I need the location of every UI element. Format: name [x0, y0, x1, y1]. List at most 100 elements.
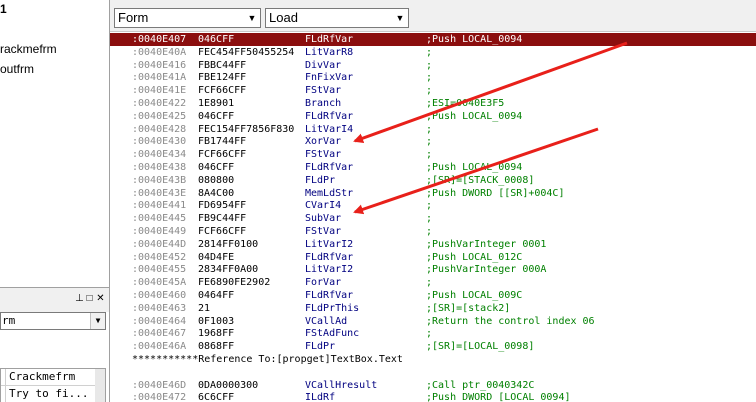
code-line[interactable]: :0040E43B 080800 FLdPr ;[SR]=[STACK_0008] — [110, 174, 756, 187]
code-comment: ;PushVarInteger 000A — [426, 264, 547, 276]
code-line[interactable]: :0040E425 046CFF FLdRfVar ;Push LOCAL_0094 — [110, 110, 756, 123]
code-bytes: FBBC44FF — [198, 59, 247, 71]
code-line[interactable]: :0040E41E FCF66CFF FStVar; — [110, 84, 756, 97]
code-line[interactable]: :0040E46D 0DA0000300 VCallHresult ;Call ptr… — [110, 379, 756, 392]
code-bytes: 2834FF0A00 — [198, 264, 259, 276]
code-opcode: FLdRfVar — [305, 290, 354, 301]
code-comment: ;Push LOCAL_0094 — [426, 162, 523, 173]
object-select[interactable]: rm ▼ — [0, 312, 106, 330]
code-bytes: 04D4FE — [198, 251, 235, 263]
code-opcode: FnFixVar — [305, 72, 354, 84]
code-bytes: 080800 — [198, 174, 235, 186]
code-address: :0040E430 — [132, 136, 187, 148]
code-line[interactable]: :0040E472 6C6CFF ILdRf ;Push DWORD [LOCAL_0… — [110, 391, 756, 402]
code-comment: ;PushVarInteger 0001 — [426, 238, 547, 250]
code-bytes: FD6954FF — [198, 200, 247, 212]
code-opcode: FStVar — [305, 226, 342, 237]
code-address: :0040E460 — [132, 290, 187, 301]
code-comment: ;Push DWORD [LOCAL_0094] — [426, 392, 571, 402]
code-bytes: 046CFF — [198, 110, 235, 122]
chevron-down-icon[interactable]: ▼ — [90, 313, 105, 329]
code-opcode: FStAdFunc — [305, 328, 360, 340]
tree-item-root[interactable]: 1 — [0, 2, 7, 16]
properties-scrollbar[interactable] — [95, 369, 105, 402]
code-opcode: LitVarI2 — [305, 264, 354, 276]
code-line[interactable]: :0040E438 046CFF FLdRfVar ;Push LOCAL_0094 — [110, 161, 756, 174]
code-comment: ; — [426, 200, 433, 212]
code-line[interactable]: :0040E41A FBE124FF FnFixVar; — [110, 71, 756, 84]
code-line[interactable]: :0040E445 FB9C44FF SubVar; — [110, 212, 756, 225]
code-line[interactable]: :0040E430 FB1744FF XorVar; — [110, 135, 756, 148]
code-line[interactable]: :0040E428 FEC154FF7856F830 LitVarI4; — [110, 123, 756, 136]
code-opcode: XorVar — [305, 136, 342, 148]
code-opcode: FLdRfVar — [305, 251, 354, 263]
code-line[interactable]: :0040E441 FD6954FF CVarI4; — [110, 199, 756, 212]
tree-item-crackmefrm[interactable]: rackmefrm — [0, 42, 57, 56]
chevron-down-icon[interactable]: ▼ — [392, 9, 408, 27]
disassembly-view[interactable]: :0040E407 046CFF FLdRfVar ;Push LOCAL_0094:… — [110, 32, 756, 402]
code-line[interactable]: :0040E44D 2814FF0100 LitVarI2 ;PushVarInteg… — [110, 238, 756, 251]
form-select-value: Form — [118, 10, 149, 25]
maximize-icon[interactable]: □ — [84, 293, 95, 304]
code-address: :0040E428 — [132, 123, 187, 135]
tree-item-aboutfrm[interactable]: outfrm — [0, 62, 34, 76]
event-select-value: Load — [269, 10, 298, 25]
reference-text: ***********Reference To:[propget]TextBox… — [132, 354, 403, 365]
code-bytes: FE6890FE2902 — [198, 277, 271, 289]
code-line[interactable]: :0040E43E 8A4C00 MemLdStr ;Push DWORD [[SR]… — [110, 187, 756, 200]
code-line[interactable]: :0040E464 0F1003 VCallAd ;Return the contro… — [110, 315, 756, 328]
code-comment: ; — [426, 72, 433, 84]
code-bytes: FCF66CFF — [198, 226, 247, 237]
code-line[interactable]: :0040E40A FEC454FF50455254 LitVarR8; — [110, 46, 756, 59]
code-line[interactable]: :0040E467 1968FF FStAdFunc; — [110, 327, 756, 340]
code-opcode: FStVar — [305, 149, 342, 161]
chevron-down-icon[interactable]: ▼ — [244, 9, 260, 27]
code-opcode: LitVarR8 — [305, 46, 354, 58]
code-line[interactable]: :0040E463 21 FLdPrThis ;[SR]=[stack2] — [110, 302, 756, 315]
property-row[interactable]: Try to fi... — [1, 386, 105, 402]
event-select[interactable]: Load ▼ — [265, 8, 409, 28]
code-line[interactable]: :0040E45A FE6890FE2902 ForVar; — [110, 276, 756, 289]
code-line[interactable]: :0040E46A 0868FF FLdPr ;[SR]=[LOCAL_0098] — [110, 340, 756, 353]
project-tree-panel: 1 rackmefrm outfrm ⊥ □ ✕ rm ▼ Crackmefrm… — [0, 0, 110, 402]
code-bytes: 21 — [198, 302, 211, 314]
code-opcode: MemLdStr — [305, 187, 354, 199]
code-address: :0040E46D — [132, 379, 187, 391]
property-key — [1, 386, 6, 402]
code-bytes: FBE124FF — [198, 72, 247, 84]
form-select[interactable]: Form ▼ — [114, 8, 261, 28]
code-line[interactable]: :0040E449 FCF66CFF FStVar; — [110, 225, 756, 238]
code-line[interactable]: :0040E434 FCF66CFF FStVar; — [110, 148, 756, 161]
code-opcode: CVarI4 — [305, 200, 342, 212]
code-address: :0040E45A — [132, 277, 187, 289]
close-icon[interactable]: ✕ — [95, 293, 106, 304]
code-address: :0040E441 — [132, 200, 187, 212]
code-address: :0040E416 — [132, 59, 187, 71]
code-line[interactable]: :0040E460 0464FF FLdRfVar ;Push LOCAL_009C — [110, 289, 756, 302]
code-opcode: VCallHresult — [305, 379, 378, 391]
code-opcode: FLdPr — [305, 341, 336, 353]
code-address: :0040E41E — [132, 85, 187, 97]
code-line[interactable]: :0040E407 046CFF FLdRfVar ;Push LOCAL_0094 — [110, 33, 756, 46]
property-row[interactable]: Crackmefrm — [1, 369, 105, 386]
code-comment: ; — [426, 328, 433, 340]
code-comment: ;[SR]=[LOCAL_0098] — [426, 341, 535, 353]
code-line[interactable]: :0040E422 1E8901 Branch ;ESI=0040E3F5 — [110, 97, 756, 110]
code-bytes: 2814FF0100 — [198, 238, 259, 250]
code-opcode: FLdPrThis — [305, 302, 360, 314]
code-line[interactable]: :0040E416 FBBC44FF DivVar; — [110, 59, 756, 72]
code-comment: ; — [426, 149, 433, 161]
code-bytes: FB9C44FF — [198, 213, 247, 225]
code-opcode: SubVar — [305, 213, 342, 225]
code-bytes: FEC154FF7856F830 — [198, 123, 295, 135]
blank-line[interactable] — [110, 366, 756, 379]
code-opcode: LitVarI4 — [305, 123, 354, 135]
code-comment: ; — [426, 123, 433, 135]
code-comment: ; — [426, 85, 433, 97]
code-line[interactable]: :0040E455 2834FF0A00 LitVarI2 ;PushVarInteg… — [110, 263, 756, 276]
code-address: :0040E43B — [132, 174, 187, 186]
code-opcode: FLdRfVar — [305, 162, 354, 173]
code-opcode: VCallAd — [305, 315, 348, 327]
reference-line[interactable]: ***********Reference To:[propget]TextBox… — [110, 353, 756, 366]
code-line[interactable]: :0040E452 04D4FE FLdRfVar ;Push LOCAL_012C — [110, 251, 756, 264]
